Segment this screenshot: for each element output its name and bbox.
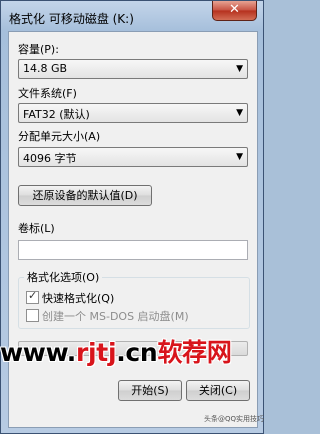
msdos-startup-option: 创建一个 MS-DOS 启动盘(M) [26, 308, 189, 324]
quick-format-label: 快速格式化(Q) [42, 292, 115, 305]
dropdown-arrow-icon: ▼ [236, 64, 243, 74]
msdos-startup-label: 创建一个 MS-DOS 启动盘(M) [42, 310, 189, 323]
start-button[interactable]: 开始(S) [118, 380, 182, 401]
quick-format-checkbox[interactable]: ✓ [26, 289, 39, 304]
dropdown-arrow-icon: ▼ [236, 152, 243, 162]
capacity-label: 容量(P): [18, 43, 59, 56]
filesystem-label: 文件系统(F) [18, 87, 77, 100]
site-watermark: www.rjtj.cn软荐网 [0, 333, 232, 369]
watermark-brand: rjtj [76, 338, 117, 367]
close-window-button[interactable]: ✕ [212, 1, 257, 21]
quick-format-option[interactable]: ✓ 快速格式化(Q) [26, 289, 115, 306]
format-options-title: 格式化选项(O) [24, 269, 103, 285]
window-title: 格式化 可移动磁盘 (K:) [9, 12, 134, 26]
watermark-prefix: www. [0, 338, 76, 367]
close-button[interactable]: 关闭(C) [186, 380, 250, 401]
capacity-value: 14.8 GB [23, 62, 68, 75]
allocation-dropdown[interactable]: 4096 字节 ▼ [18, 147, 248, 167]
restore-defaults-button[interactable]: 还原设备的默认值(D) [18, 185, 152, 206]
volume-label-input[interactable] [18, 240, 248, 260]
allocation-value: 4096 字节 [23, 152, 77, 165]
filesystem-dropdown[interactable]: FAT32 (默认) ▼ [18, 103, 248, 123]
watermark-cn: 软荐网 [157, 338, 232, 367]
author-watermark: 头条@QQ实用技巧 [204, 415, 265, 423]
checkmark-icon: ✓ [28, 289, 38, 302]
watermark-suffix: .cn [116, 338, 158, 367]
capacity-dropdown[interactable]: 14.8 GB ▼ [18, 59, 248, 79]
title-bar[interactable]: 格式化 可移动磁盘 (K:) ✕ [1, 1, 263, 31]
close-icon: ✕ [229, 2, 240, 17]
volume-label: 卷标(L) [18, 222, 55, 235]
msdos-startup-checkbox [26, 309, 39, 322]
allocation-label: 分配单元大小(A) [18, 130, 101, 143]
filesystem-value: FAT32 (默认) [23, 108, 90, 121]
dropdown-arrow-icon: ▼ [236, 108, 243, 118]
